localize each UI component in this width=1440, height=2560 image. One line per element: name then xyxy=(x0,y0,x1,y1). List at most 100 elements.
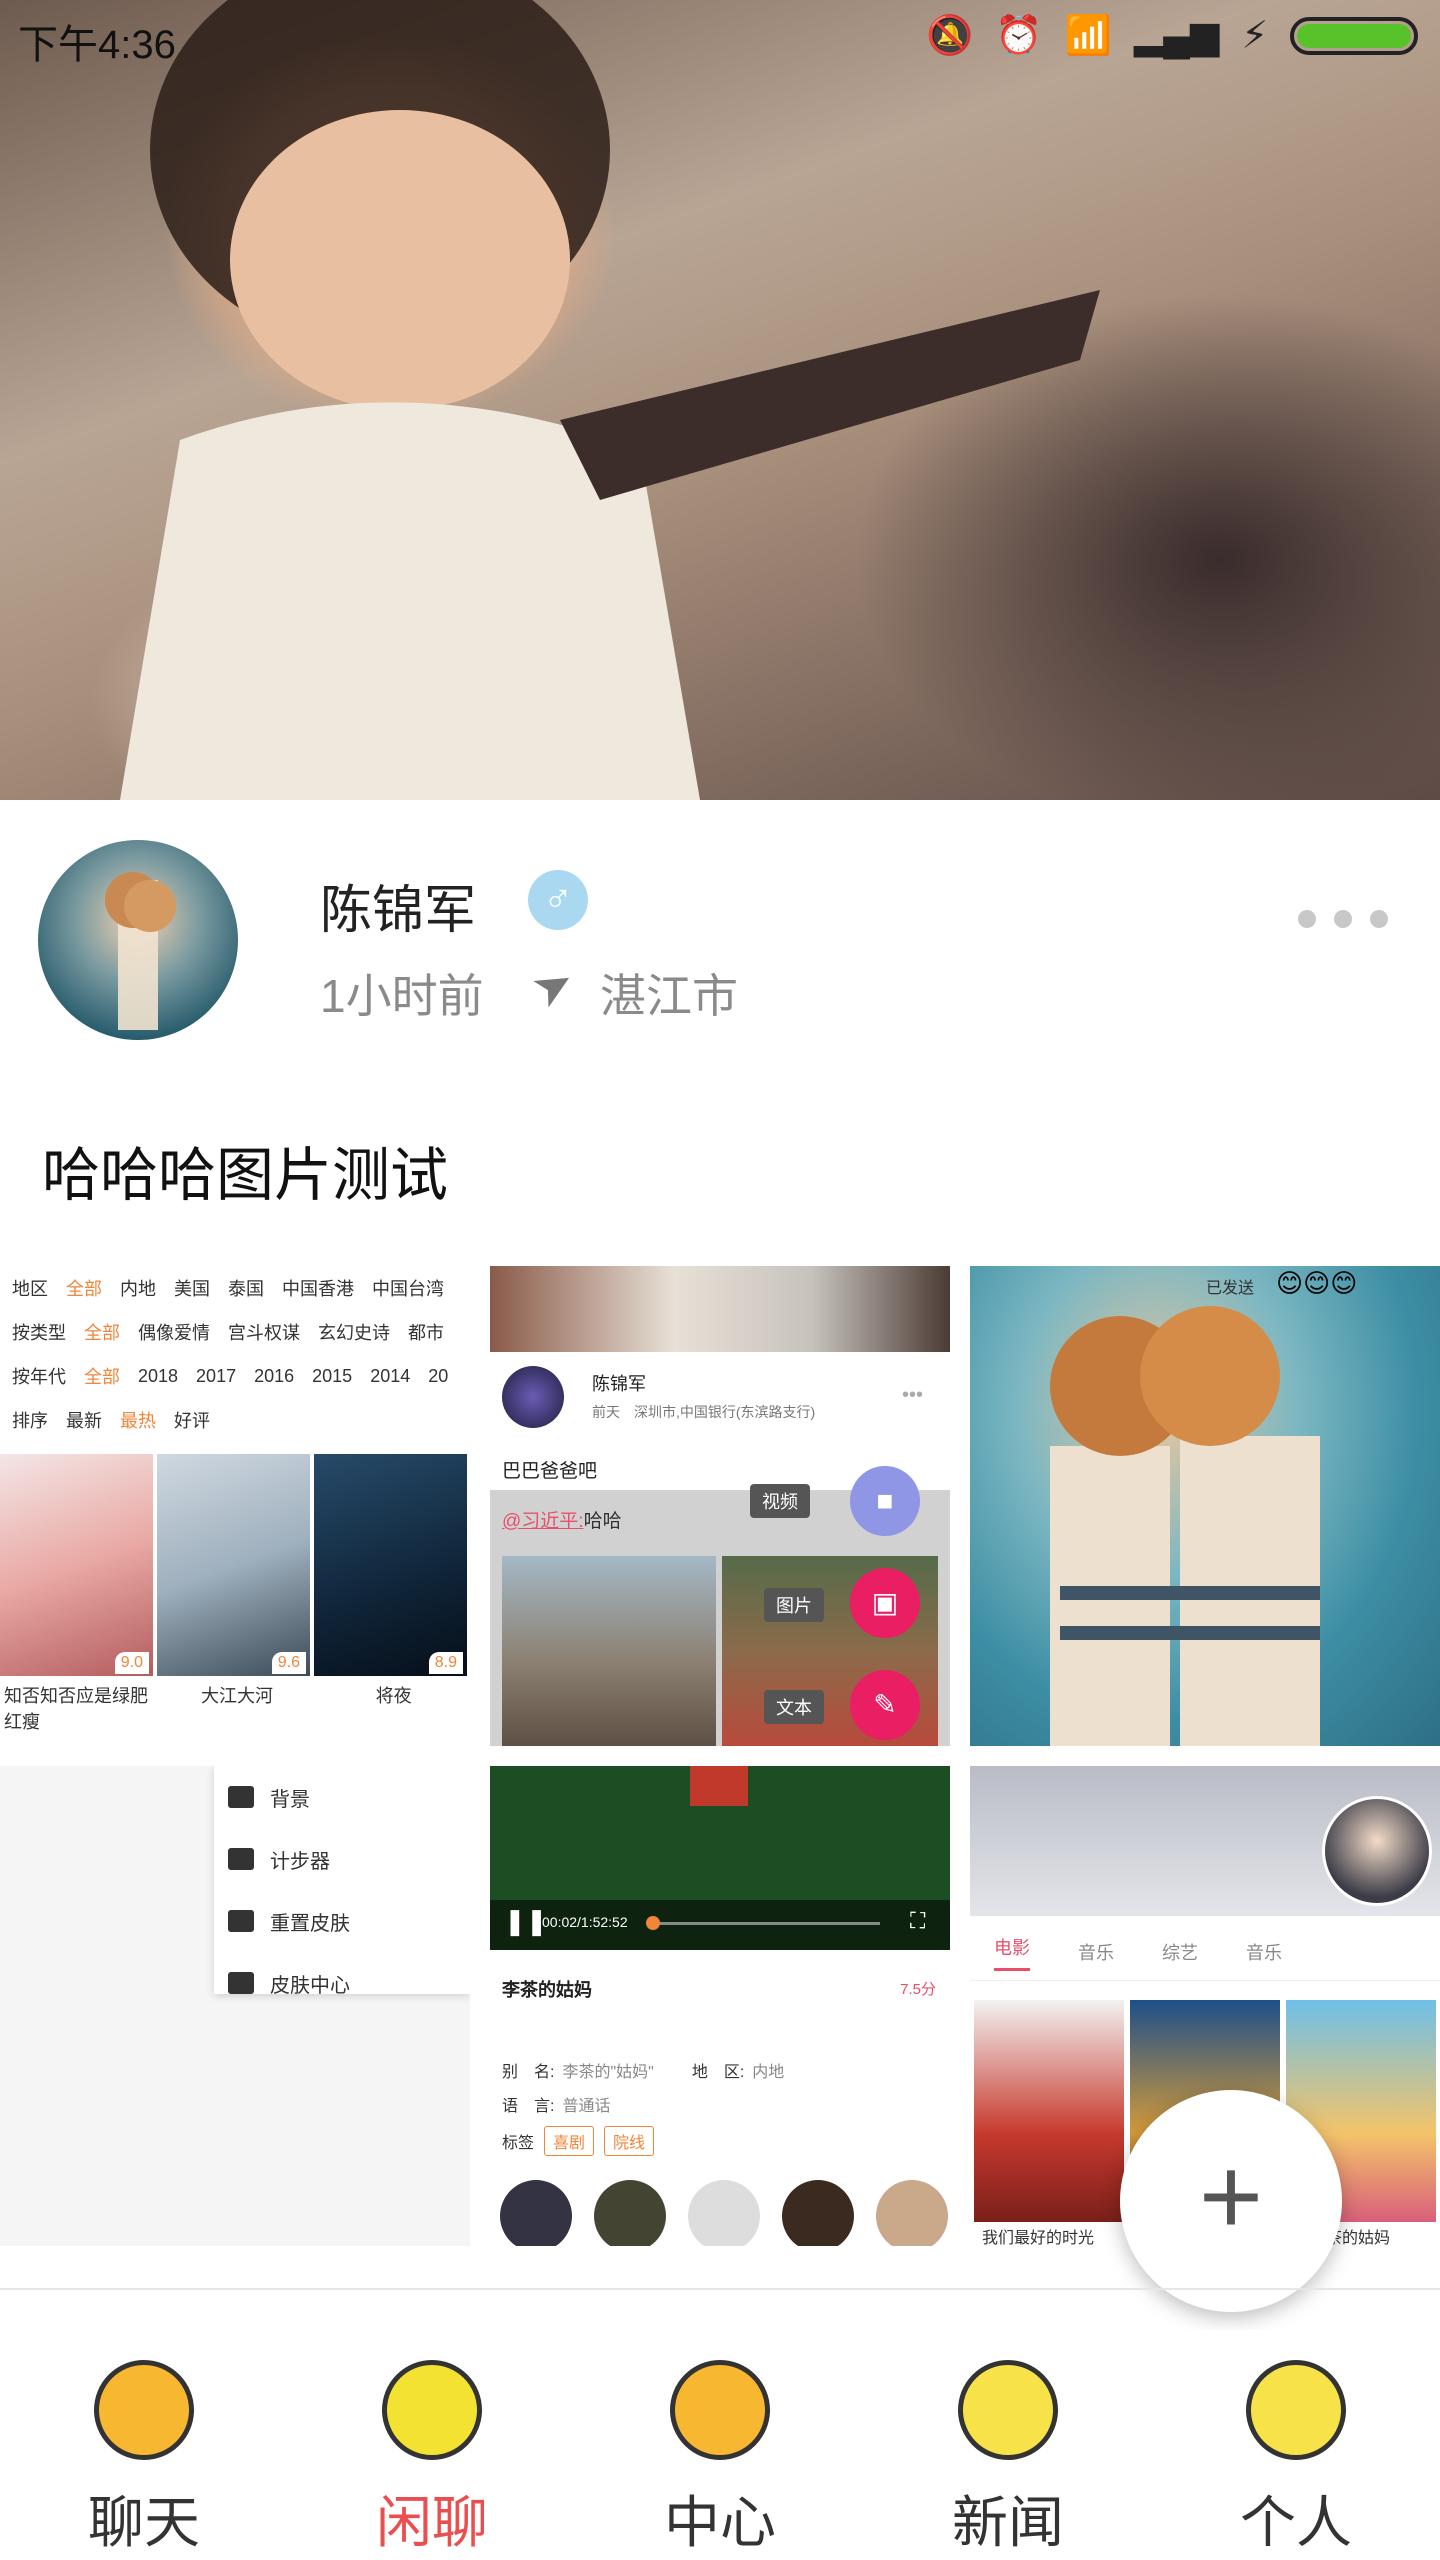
wifi-icon: 📶 xyxy=(1064,15,1112,57)
charging-icon: ⚡ xyxy=(1241,15,1268,57)
poster-title: 大江大河 xyxy=(201,1686,273,1706)
poster-row: 9.0 9.6 8.9 xyxy=(0,1454,467,1676)
license-logo xyxy=(690,1766,748,1806)
poster-title: 我们最好的时光 xyxy=(982,2230,1095,2246)
tab-label: 综艺 xyxy=(1162,1943,1198,1963)
alien-icon xyxy=(382,2360,482,2460)
fullscreen-icon: ⛶ xyxy=(910,1908,926,1933)
nav-item-profile[interactable]: 个人 xyxy=(1152,2330,1440,2560)
pencil-icon: ✎ xyxy=(850,1670,920,1740)
filter-option: 美国 xyxy=(174,1279,210,1299)
mini-avatar xyxy=(502,1366,564,1428)
dot-icon xyxy=(1334,910,1352,928)
filter-label: 地区 xyxy=(12,1279,48,1299)
mute-icon: 🔕 xyxy=(925,15,974,57)
menu-item: 计步器 xyxy=(214,1828,470,1890)
filter-option: 20 xyxy=(428,1365,449,1386)
poster-image xyxy=(974,2000,1124,2222)
seekbar-thumb xyxy=(646,1916,660,1930)
image-thumbnail-3[interactable]: 已发送 😊😊😊 xyxy=(970,1266,1440,1746)
filter-option: 中国香港 xyxy=(282,1279,354,1299)
nav-item-news[interactable]: 新闻 xyxy=(864,2330,1152,2560)
menu-label: 背景 xyxy=(270,1788,310,1811)
cast-row xyxy=(500,2180,948,2246)
moon-icon xyxy=(958,2360,1058,2460)
mini-location: 深圳市,中国银行(东滨路支行) xyxy=(634,1404,816,1420)
info-value: 普通话 xyxy=(562,2098,611,2115)
post-location[interactable]: 湛江市 xyxy=(600,960,738,1026)
filter-row-type: 按类型 全部 偶像爱情 宫斗权谋 玄幻史诗 都市 xyxy=(0,1310,470,1354)
tab-label: 音乐 xyxy=(1078,1943,1114,1963)
mini-text: 巴巴爸爸吧 xyxy=(502,1461,598,1482)
location-arrow-icon: ➤ xyxy=(522,953,585,1020)
dot-icon xyxy=(1298,910,1316,928)
video-time: 00:02/1:52:52 xyxy=(542,1914,628,1930)
media-tabs: 电影 音乐 综艺 音乐 xyxy=(970,1924,1440,1981)
fab-chip-image: 图片 xyxy=(764,1588,824,1622)
movie-tags: 标签 喜剧 院线 xyxy=(502,2126,655,2156)
movie-score: 7.5分 xyxy=(900,1981,936,1998)
image-icon xyxy=(228,1848,254,1870)
image-icon xyxy=(228,1910,254,1932)
info-label: 别 名: xyxy=(502,2064,555,2081)
image-thumbnail-1[interactable]: 地区 全部 内地 美国 泰国 中国香港 中国台湾 按类型 全部 偶像爱情 宫斗权… xyxy=(0,1266,470,1746)
male-gender-icon: ♂ xyxy=(528,870,588,930)
nav-item-chat[interactable]: 聊天 xyxy=(0,2330,288,2560)
filter-option: 泰国 xyxy=(228,1279,264,1299)
nav-item-casual-chat[interactable]: 闲聊 xyxy=(288,2330,576,2560)
alarm-icon: ⏰ xyxy=(995,15,1043,57)
filter-row-year: 按年代 全部 2018 2017 2016 2015 2014 20 xyxy=(0,1354,470,1398)
status-icons: 🔕 ⏰ 📶 ▂▄▆ ⚡ xyxy=(926,14,1418,58)
image-thumbnail-2[interactable]: 陈锦军 前天 深圳市,中国银行(东滨路支行) ••• 巴巴爸爸吧 @习近平:哈哈… xyxy=(490,1266,950,1746)
filter-option: 最热 xyxy=(120,1411,156,1431)
movie-title: 李茶的姑妈 xyxy=(502,1980,592,2000)
cover-photo[interactable] xyxy=(0,0,1440,800)
filter-label: 按类型 xyxy=(12,1323,66,1343)
filter-option: 中国台湾 xyxy=(372,1279,444,1299)
more-options-button[interactable] xyxy=(1298,910,1388,928)
image-thumbnail-4[interactable]: 背景 计步器 重置皮肤 皮肤中心 xyxy=(0,1766,470,2246)
mini-mention: @习近平:哈哈 xyxy=(502,1506,622,1533)
image-icon: ▣ xyxy=(850,1568,920,1638)
filter-option: 2017 xyxy=(196,1365,237,1386)
add-button[interactable]: + xyxy=(1120,2090,1342,2312)
filter-option: 全部 xyxy=(84,1323,120,1343)
info-label: 地 区: xyxy=(691,2064,745,2081)
signal-icon: ▂▄▆ xyxy=(1133,15,1220,57)
filter-row-sort: 排序 最新 最热 好评 xyxy=(0,1398,470,1442)
poster-image: 9.6 xyxy=(157,1454,310,1676)
filter-option: 最新 xyxy=(66,1411,102,1431)
poster-image: 8.9 xyxy=(314,1454,467,1676)
poster-titles: 知否知否应是绿肥红瘦 大江大河 将夜 xyxy=(0,1682,470,1734)
menu-label: 计步器 xyxy=(270,1850,330,1873)
image-icon xyxy=(228,1972,254,1994)
photo-strip xyxy=(490,1266,950,1352)
nav-label: 中心 xyxy=(664,2491,776,2554)
filter-option: 2016 xyxy=(254,1365,295,1386)
poster-title: 知否知否应是绿肥红瘦 xyxy=(4,1686,148,1732)
mini-avatar xyxy=(1322,1796,1432,1906)
filter-option: 宫斗权谋 xyxy=(228,1323,300,1343)
filter-option: 都市 xyxy=(408,1323,444,1343)
fab-chip-video: 视频 xyxy=(750,1484,810,1518)
image-icon xyxy=(228,1786,254,1808)
smile-emoji-icon: 😊😊😊 xyxy=(1276,1268,1358,1298)
cast-avatar xyxy=(500,2180,572,2246)
poster-image: 9.0 xyxy=(0,1454,153,1676)
username[interactable]: 陈锦军 xyxy=(320,868,476,943)
mention-link: @习近平: xyxy=(502,1511,584,1532)
avatar[interactable] xyxy=(38,840,238,1040)
movie-info-row: 别 名: 李茶的"姑妈" 地 区: 内地 xyxy=(502,2058,784,2082)
image-thumbnail-5[interactable]: ❚❚ 00:02/1:52:52 ⛶ 李茶的姑妈 7.5分 别 名: 李茶的"姑… xyxy=(490,1766,950,2246)
filter-option: 玄幻史诗 xyxy=(318,1323,390,1343)
nav-label: 新闻 xyxy=(952,2491,1064,2554)
cast-avatar xyxy=(594,2180,666,2246)
menu-item: 皮肤中心 xyxy=(214,1952,470,2014)
info-label: 语 言: xyxy=(502,2098,555,2115)
filter-label: 按年代 xyxy=(12,1367,66,1387)
mini-photo xyxy=(502,1556,716,1746)
planet-icon xyxy=(94,2360,194,2460)
cast-avatar xyxy=(782,2180,854,2246)
filter-option: 好评 xyxy=(174,1411,210,1431)
nav-item-center[interactable]: 中心 xyxy=(576,2330,864,2560)
